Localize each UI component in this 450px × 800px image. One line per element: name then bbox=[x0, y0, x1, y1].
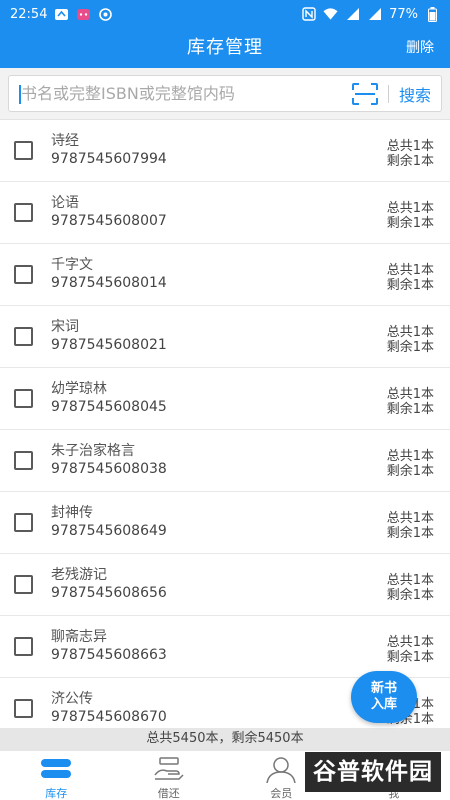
status-bar: 22:54 77% bbox=[0, 0, 450, 28]
book-title: 老残游记 bbox=[51, 567, 107, 583]
nfc-icon bbox=[301, 7, 316, 22]
book-isbn: 9787545607994 bbox=[51, 151, 167, 167]
tab-borrow-return-label: 借还 bbox=[157, 787, 180, 800]
book-title: 千字文 bbox=[51, 257, 93, 273]
remaining-count: 剩余1本 bbox=[386, 464, 434, 479]
fab-line-1: 新书 bbox=[370, 681, 397, 696]
list-item[interactable]: 朱子治家格言 9787545608038 总共1本 剩余1本 bbox=[0, 430, 450, 492]
checkbox[interactable] bbox=[14, 265, 33, 284]
list-item[interactable]: 论语 9787545608007 总共1本 剩余1本 bbox=[0, 182, 450, 244]
book-isbn: 9787545608021 bbox=[51, 337, 167, 353]
battery-percent: 77% bbox=[389, 6, 418, 22]
tab-inventory[interactable]: 库存 bbox=[0, 751, 113, 800]
status-time: 22:54 bbox=[10, 6, 48, 22]
message-app-icon bbox=[76, 7, 91, 22]
book-title: 聊斋志异 bbox=[51, 629, 107, 645]
member-icon bbox=[264, 755, 298, 784]
add-new-book-button[interactable]: 新书 入库 bbox=[351, 671, 417, 723]
search-button[interactable]: 搜索 bbox=[399, 82, 431, 106]
book-isbn: 9787545608014 bbox=[51, 275, 167, 291]
book-title: 朱子治家格言 bbox=[51, 443, 135, 459]
remaining-count: 剩余1本 bbox=[386, 278, 434, 293]
page-title: 库存管理 bbox=[187, 37, 263, 58]
remaining-count: 剩余1本 bbox=[386, 402, 434, 417]
book-title: 诗经 bbox=[51, 133, 79, 149]
checkbox[interactable] bbox=[14, 451, 33, 470]
book-title: 论语 bbox=[51, 195, 79, 211]
remaining-count: 剩余1本 bbox=[386, 526, 434, 541]
remaining-count: 剩余1本 bbox=[386, 216, 434, 231]
book-isbn: 9787545608663 bbox=[51, 647, 167, 663]
book-isbn: 9787545608007 bbox=[51, 213, 167, 229]
book-title: 济公传 bbox=[51, 691, 93, 707]
checkbox[interactable] bbox=[14, 141, 33, 160]
text-cursor bbox=[19, 85, 21, 104]
signal-icon-2 bbox=[367, 7, 382, 22]
list-item[interactable]: 宋词 9787545608021 总共1本 剩余1本 bbox=[0, 306, 450, 368]
borrow-return-icon bbox=[152, 755, 186, 783]
checkbox[interactable] bbox=[14, 327, 33, 346]
sync-icon bbox=[98, 7, 113, 22]
app-notification-icon bbox=[54, 7, 69, 22]
checkbox[interactable] bbox=[14, 575, 33, 594]
scan-icon[interactable] bbox=[350, 79, 380, 109]
book-title: 宋词 bbox=[51, 319, 79, 335]
delete-button[interactable]: 删除 bbox=[406, 28, 434, 68]
book-title: 封神传 bbox=[51, 505, 93, 521]
site-watermark-logo: 谷普软件园 bbox=[305, 752, 441, 792]
wifi-icon bbox=[323, 7, 338, 22]
book-isbn: 9787545608045 bbox=[51, 399, 167, 415]
search-bar: 搜索 bbox=[0, 68, 450, 120]
checkbox[interactable] bbox=[14, 637, 33, 656]
search-divider bbox=[387, 84, 389, 103]
inventory-summary: 总共5450本，剩余5450本 bbox=[0, 728, 450, 750]
book-isbn: 9787545608656 bbox=[51, 585, 167, 601]
search-box: 搜索 bbox=[8, 75, 442, 112]
remaining-count: 剩余1本 bbox=[386, 650, 434, 665]
checkbox[interactable] bbox=[14, 513, 33, 532]
book-isbn: 9787545608670 bbox=[51, 709, 167, 725]
remaining-count: 剩余1本 bbox=[386, 154, 434, 169]
tab-borrow-return[interactable]: 借还 bbox=[113, 751, 226, 800]
book-isbn: 9787545608038 bbox=[51, 461, 167, 477]
checkbox[interactable] bbox=[14, 389, 33, 408]
list-item[interactable]: 聊斋志异 9787545608663 总共1本 剩余1本 bbox=[0, 616, 450, 678]
list-item[interactable]: 诗经 9787545607994 总共1本 剩余1本 bbox=[0, 120, 450, 182]
app-bar: 库存管理 删除 bbox=[0, 28, 450, 68]
remaining-count: 剩余1本 bbox=[386, 340, 434, 355]
remaining-count: 剩余1本 bbox=[386, 588, 434, 603]
fab-line-2: 入库 bbox=[370, 697, 397, 712]
battery-icon bbox=[425, 6, 440, 22]
book-title: 幼学琼林 bbox=[51, 381, 107, 397]
list-item[interactable]: 老残游记 9787545608656 总共1本 剩余1本 bbox=[0, 554, 450, 616]
signal-icon bbox=[345, 7, 360, 22]
checkbox[interactable] bbox=[14, 203, 33, 222]
book-isbn: 9787545608649 bbox=[51, 523, 167, 539]
tab-inventory-label: 库存 bbox=[45, 787, 68, 800]
checkbox[interactable] bbox=[14, 699, 33, 718]
inventory-icon bbox=[39, 755, 73, 783]
search-input[interactable] bbox=[9, 76, 350, 111]
list-item[interactable]: 封神传 9787545608649 总共1本 剩余1本 bbox=[0, 492, 450, 554]
list-item[interactable]: 千字文 9787545608014 总共1本 剩余1本 bbox=[0, 244, 450, 306]
book-list: 诗经 9787545607994 总共1本 剩余1本 论语 9787545608… bbox=[0, 120, 450, 728]
list-item[interactable]: 幼学琼林 9787545608045 总共1本 剩余1本 bbox=[0, 368, 450, 430]
